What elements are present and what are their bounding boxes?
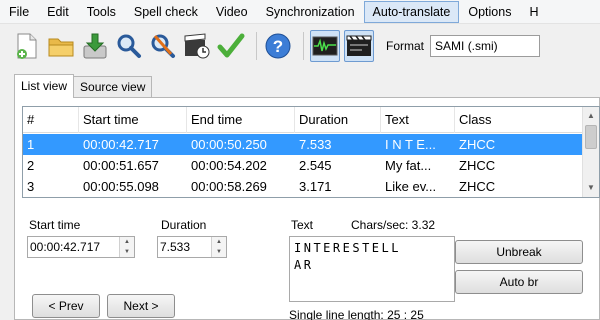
row-end-time: 00:00:50.250 — [191, 137, 267, 152]
toggle-waveform-button[interactable] — [310, 30, 340, 62]
menu-bar: File Edit Tools Spell check Video Synchr… — [0, 0, 600, 24]
start-time-value: 00:00:42.717 — [30, 240, 101, 254]
save-button[interactable] — [80, 30, 110, 62]
column-header-duration[interactable]: Duration — [295, 107, 381, 133]
stepper-down-icon[interactable]: ▼ — [120, 247, 134, 257]
menu-video[interactable]: Video — [207, 1, 257, 23]
column-header-start-time[interactable]: Start time — [79, 107, 187, 133]
scroll-up-icon[interactable]: ▲ — [583, 107, 599, 123]
spell-check-icon — [217, 33, 245, 58]
table-row[interactable]: 2 00:00:51.657 00:00:54.202 2.545 My fat… — [23, 155, 583, 176]
table-row[interactable]: 3 00:00:55.098 00:00:58.269 3.171 Like e… — [23, 176, 583, 197]
video-player-icon — [346, 35, 372, 56]
replace-button[interactable] — [148, 30, 178, 62]
row-duration: 3.171 — [299, 179, 332, 194]
row-end-time: 00:00:58.269 — [191, 179, 267, 194]
subtitle-grid[interactable]: # Start time End time Duration Text Clas… — [22, 106, 600, 198]
new-file-icon — [17, 33, 37, 59]
row-class: ZHCC — [459, 179, 496, 194]
waveform-icon — [312, 36, 338, 56]
column-header-number[interactable]: # — [23, 107, 79, 133]
column-header-class[interactable]: Class — [455, 107, 583, 133]
prev-button[interactable]: < Prev — [32, 294, 100, 318]
tab-source-view[interactable]: Source view — [73, 76, 153, 98]
toolbar-separator — [256, 32, 257, 60]
help-button[interactable]: ? — [263, 30, 293, 62]
row-text: My fat... — [385, 158, 432, 173]
replace-icon — [151, 34, 175, 58]
menu-help[interactable]: H — [520, 1, 547, 23]
row-text: I N T E... — [385, 137, 436, 152]
next-button[interactable]: Next > — [107, 294, 175, 318]
find-icon — [117, 34, 141, 58]
text-label: Text — [291, 218, 314, 232]
open-button[interactable] — [46, 30, 76, 62]
row-end-time: 00:00:54.202 — [191, 158, 267, 173]
visual-sync-icon — [184, 33, 210, 59]
save-download-icon — [83, 33, 107, 59]
menu-file[interactable]: File — [0, 1, 38, 23]
list-view-panel: # Start time End time Duration Text Clas… — [14, 97, 600, 320]
grid-header: # Start time End time Duration Text Clas… — [23, 107, 583, 133]
find-button[interactable] — [114, 30, 144, 62]
row-duration: 7.533 — [299, 137, 332, 152]
stepper-up-icon[interactable]: ▲ — [212, 237, 226, 247]
row-number: 3 — [27, 179, 35, 194]
row-duration: 2.545 — [299, 158, 332, 173]
start-time-label: Start time — [29, 218, 81, 232]
help-icon: ? — [265, 33, 291, 59]
menu-spell-check[interactable]: Spell check — [125, 1, 207, 23]
toggle-video-button[interactable] — [344, 30, 374, 62]
table-row[interactable]: 1 00:00:42.717 00:00:50.250 7.533 I N T … — [23, 134, 583, 155]
toolbar: ? Format SAMI (.smi) — [0, 25, 600, 67]
duration-input[interactable]: 7.533 ▲ ▼ — [157, 236, 227, 258]
chars-per-sec: Chars/sec: 3.32 — [351, 218, 436, 232]
row-text: Like ev... — [385, 179, 437, 194]
menu-synchronization[interactable]: Synchronization — [257, 1, 364, 23]
format-select[interactable]: SAMI (.smi) — [430, 35, 541, 57]
format-label: Format — [386, 39, 425, 53]
menu-options[interactable]: Options — [459, 1, 520, 23]
duration-label: Duration — [161, 218, 207, 232]
grid-vertical-scrollbar[interactable]: ▲ ▼ — [582, 107, 599, 197]
unbreak-button[interactable]: Unbreak — [455, 240, 583, 264]
visual-sync-button[interactable] — [182, 30, 212, 62]
spell-check-button[interactable] — [216, 30, 246, 62]
row-start-time: 00:00:55.098 — [83, 179, 159, 194]
subtitle-text-area[interactable]: INTERESTELL AR — [289, 236, 455, 302]
row-start-time: 00:00:51.657 — [83, 158, 159, 173]
start-time-stepper[interactable]: ▲ ▼ — [119, 237, 134, 257]
start-time-input[interactable]: 00:00:42.717 ▲ ▼ — [27, 236, 135, 258]
menu-auto-translate[interactable]: Auto-translate — [363, 0, 460, 23]
column-header-end-time[interactable]: End time — [187, 107, 295, 133]
menu-tools[interactable]: Tools — [78, 1, 125, 23]
menu-edit[interactable]: Edit — [38, 1, 78, 23]
svg-text:?: ? — [273, 37, 283, 56]
scroll-down-icon[interactable]: ▼ — [583, 179, 599, 195]
row-start-time: 00:00:42.717 — [83, 137, 159, 152]
column-header-text[interactable]: Text — [381, 107, 455, 133]
duration-value: 7.533 — [160, 240, 191, 254]
auto-br-button[interactable]: Auto br — [455, 270, 583, 294]
view-tabs: List view Source view — [14, 74, 153, 98]
row-class: ZHCC — [459, 158, 496, 173]
toolbar-separator — [303, 32, 304, 60]
row-number: 1 — [27, 137, 35, 152]
stepper-down-icon[interactable]: ▼ — [212, 247, 226, 257]
duration-stepper[interactable]: ▲ ▼ — [211, 237, 226, 257]
open-folder-icon — [48, 38, 74, 57]
row-class: ZHCC — [459, 137, 496, 152]
row-number: 2 — [27, 158, 35, 173]
tab-list-view[interactable]: List view — [14, 74, 75, 98]
new-file-button[interactable] — [12, 30, 42, 62]
single-line-length: Single line length: 25 : 25 — [289, 308, 424, 320]
scrollbar-thumb[interactable] — [585, 125, 597, 149]
stepper-up-icon[interactable]: ▲ — [120, 237, 134, 247]
